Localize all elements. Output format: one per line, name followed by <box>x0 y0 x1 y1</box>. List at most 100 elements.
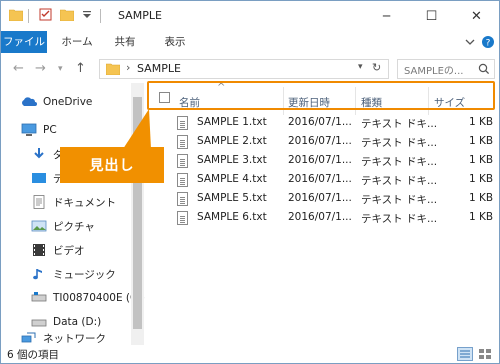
file-date: 2016/07/1... <box>288 116 352 128</box>
file-date: 2016/07/1... <box>288 192 352 204</box>
onedrive-icon <box>22 97 37 106</box>
search-box[interactable]: SAMPLEの... <box>397 59 495 79</box>
maximize-button[interactable]: ☐ <box>409 1 454 31</box>
nav-label: ネットワーク <box>43 332 106 345</box>
nav-item-pictures[interactable]: ピクチャ <box>31 217 95 235</box>
recent-locations-icon[interactable]: ▾ <box>58 64 63 74</box>
nav-item-desktop[interactable]: デ <box>31 169 64 187</box>
table-row[interactable]: SAMPLE 6.txt 2016/07/1... テキスト ドキ... 1 K… <box>175 209 493 228</box>
explorer-window: SAMPLE ─ ☐ ✕ ファイル ホーム 共有 表示 ? ← → ▾ ↑ › … <box>0 0 500 364</box>
tab-view[interactable]: 表示 <box>157 31 193 53</box>
nav-label: ビデオ <box>53 244 85 257</box>
nav-label: ピクチャ <box>53 220 95 233</box>
file-name: SAMPLE 6.txt <box>197 211 267 223</box>
nav-label: Data (D:) <box>53 316 102 328</box>
address-row: ← → ▾ ↑ › SAMPLE ▾ ↻ SAMPLEの... <box>1 53 499 83</box>
close-icon: ✕ <box>471 8 482 24</box>
address-dropdown-icon[interactable]: ▾ <box>358 62 363 72</box>
breadcrumb[interactable]: SAMPLE <box>137 62 181 75</box>
file-type: テキスト ドキ... <box>361 194 438 206</box>
downloads-icon <box>34 148 44 159</box>
file-size: 1 KB <box>469 173 494 185</box>
item-count: 6 個の項目 <box>7 349 60 361</box>
header-highlight-box <box>147 81 495 110</box>
nav-item-documents[interactable]: ドキュメント <box>31 193 116 211</box>
window-title: SAMPLE <box>118 9 162 22</box>
minimize-button[interactable]: ─ <box>364 1 409 31</box>
divider <box>100 9 101 23</box>
text-file-icon <box>177 173 188 187</box>
nav-label: ドキュメント <box>53 196 116 209</box>
documents-icon <box>33 195 45 209</box>
folder-icon <box>106 63 120 75</box>
nav-item-onedrive[interactable]: OneDrive <box>21 93 92 111</box>
drive-c-icon <box>31 292 47 302</box>
back-arrow-icon[interactable]: ← <box>13 61 24 76</box>
file-size: 1 KB <box>469 192 494 204</box>
refresh-icon[interactable]: ↻ <box>372 61 381 74</box>
text-file-icon <box>177 116 188 130</box>
properties-icon[interactable] <box>39 8 53 21</box>
file-name: SAMPLE 2.txt <box>197 135 267 147</box>
file-type: テキスト ドキ... <box>361 213 438 225</box>
pictures-icon <box>31 220 47 232</box>
up-arrow-icon[interactable]: ↑ <box>75 61 86 76</box>
file-name: SAMPLE 3.txt <box>197 154 267 166</box>
text-file-icon <box>177 154 188 168</box>
text-file-icon <box>177 192 188 206</box>
search-icon[interactable] <box>478 63 490 75</box>
forward-arrow-icon[interactable]: → <box>35 61 46 76</box>
expand-ribbon-icon[interactable] <box>463 35 477 49</box>
details-view-icon[interactable] <box>457 347 473 361</box>
customize-quick-access-icon[interactable] <box>80 8 94 21</box>
table-row[interactable]: SAMPLE 1.txt 2016/07/1... テキスト ドキ... 1 K… <box>175 114 493 133</box>
ribbon-tabs: ファイル ホーム 共有 表示 ? <box>1 31 499 54</box>
file-type: テキスト ドキ... <box>361 175 438 187</box>
callout-label: 見出し <box>60 147 164 183</box>
nav-item-videos[interactable]: ビデオ <box>31 241 85 259</box>
network-icon <box>21 332 36 343</box>
file-date: 2016/07/1... <box>288 154 352 166</box>
table-row[interactable]: SAMPLE 4.txt 2016/07/1... テキスト ドキ... 1 K… <box>175 171 493 190</box>
nav-item-drive-c[interactable]: TI00870400E (C:) <box>31 289 145 307</box>
new-folder-icon[interactable] <box>60 8 74 21</box>
address-bar[interactable]: › SAMPLE ▾ ↻ <box>99 59 389 79</box>
file-date: 2016/07/1... <box>288 135 352 147</box>
tab-share[interactable]: 共有 <box>107 31 143 53</box>
table-row[interactable]: SAMPLE 2.txt 2016/07/1... テキスト ドキ... 1 K… <box>175 133 493 152</box>
table-row[interactable]: SAMPLE 3.txt 2016/07/1... テキスト ドキ... 1 K… <box>175 152 493 171</box>
nav-label: OneDrive <box>43 96 93 108</box>
nav-label: PC <box>43 124 57 136</box>
videos-icon <box>33 244 45 256</box>
nav-item-downloads[interactable]: ダ <box>31 145 64 163</box>
status-bar: 6 個の項目 <box>1 345 499 363</box>
nav-label: ミュージック <box>53 268 116 281</box>
text-file-icon <box>177 211 188 225</box>
large-icons-view-icon[interactable] <box>477 347 493 361</box>
close-button[interactable]: ✕ <box>454 1 499 31</box>
nav-item-pc[interactable]: PC <box>21 121 57 139</box>
minimize-icon: ─ <box>382 9 391 23</box>
pc-icon <box>21 123 37 136</box>
folder-icon <box>9 9 23 21</box>
file-name: SAMPLE 5.txt <box>197 192 267 204</box>
tab-file[interactable]: ファイル <box>1 31 47 53</box>
music-icon <box>33 269 42 280</box>
maximize-icon: ☐ <box>425 8 438 24</box>
tab-home[interactable]: ホーム <box>57 31 97 53</box>
file-size: 1 KB <box>469 154 494 166</box>
file-type: テキスト ドキ... <box>361 156 438 168</box>
search-input[interactable]: SAMPLEの... <box>404 62 463 77</box>
file-type: テキスト ドキ... <box>361 137 438 149</box>
table-row[interactable]: SAMPLE 5.txt 2016/07/1... テキスト ドキ... 1 K… <box>175 190 493 209</box>
svg-text:?: ? <box>486 39 491 49</box>
desktop-icon <box>32 173 46 183</box>
divider <box>28 9 29 23</box>
title-bar: SAMPLE ─ ☐ ✕ <box>1 1 499 31</box>
file-size: 1 KB <box>469 135 494 147</box>
file-size: 1 KB <box>469 116 494 128</box>
file-size: 1 KB <box>469 211 494 223</box>
file-type: テキスト ドキ... <box>361 118 438 130</box>
help-icon[interactable]: ? <box>481 35 495 49</box>
nav-item-music[interactable]: ミュージック <box>31 265 116 283</box>
